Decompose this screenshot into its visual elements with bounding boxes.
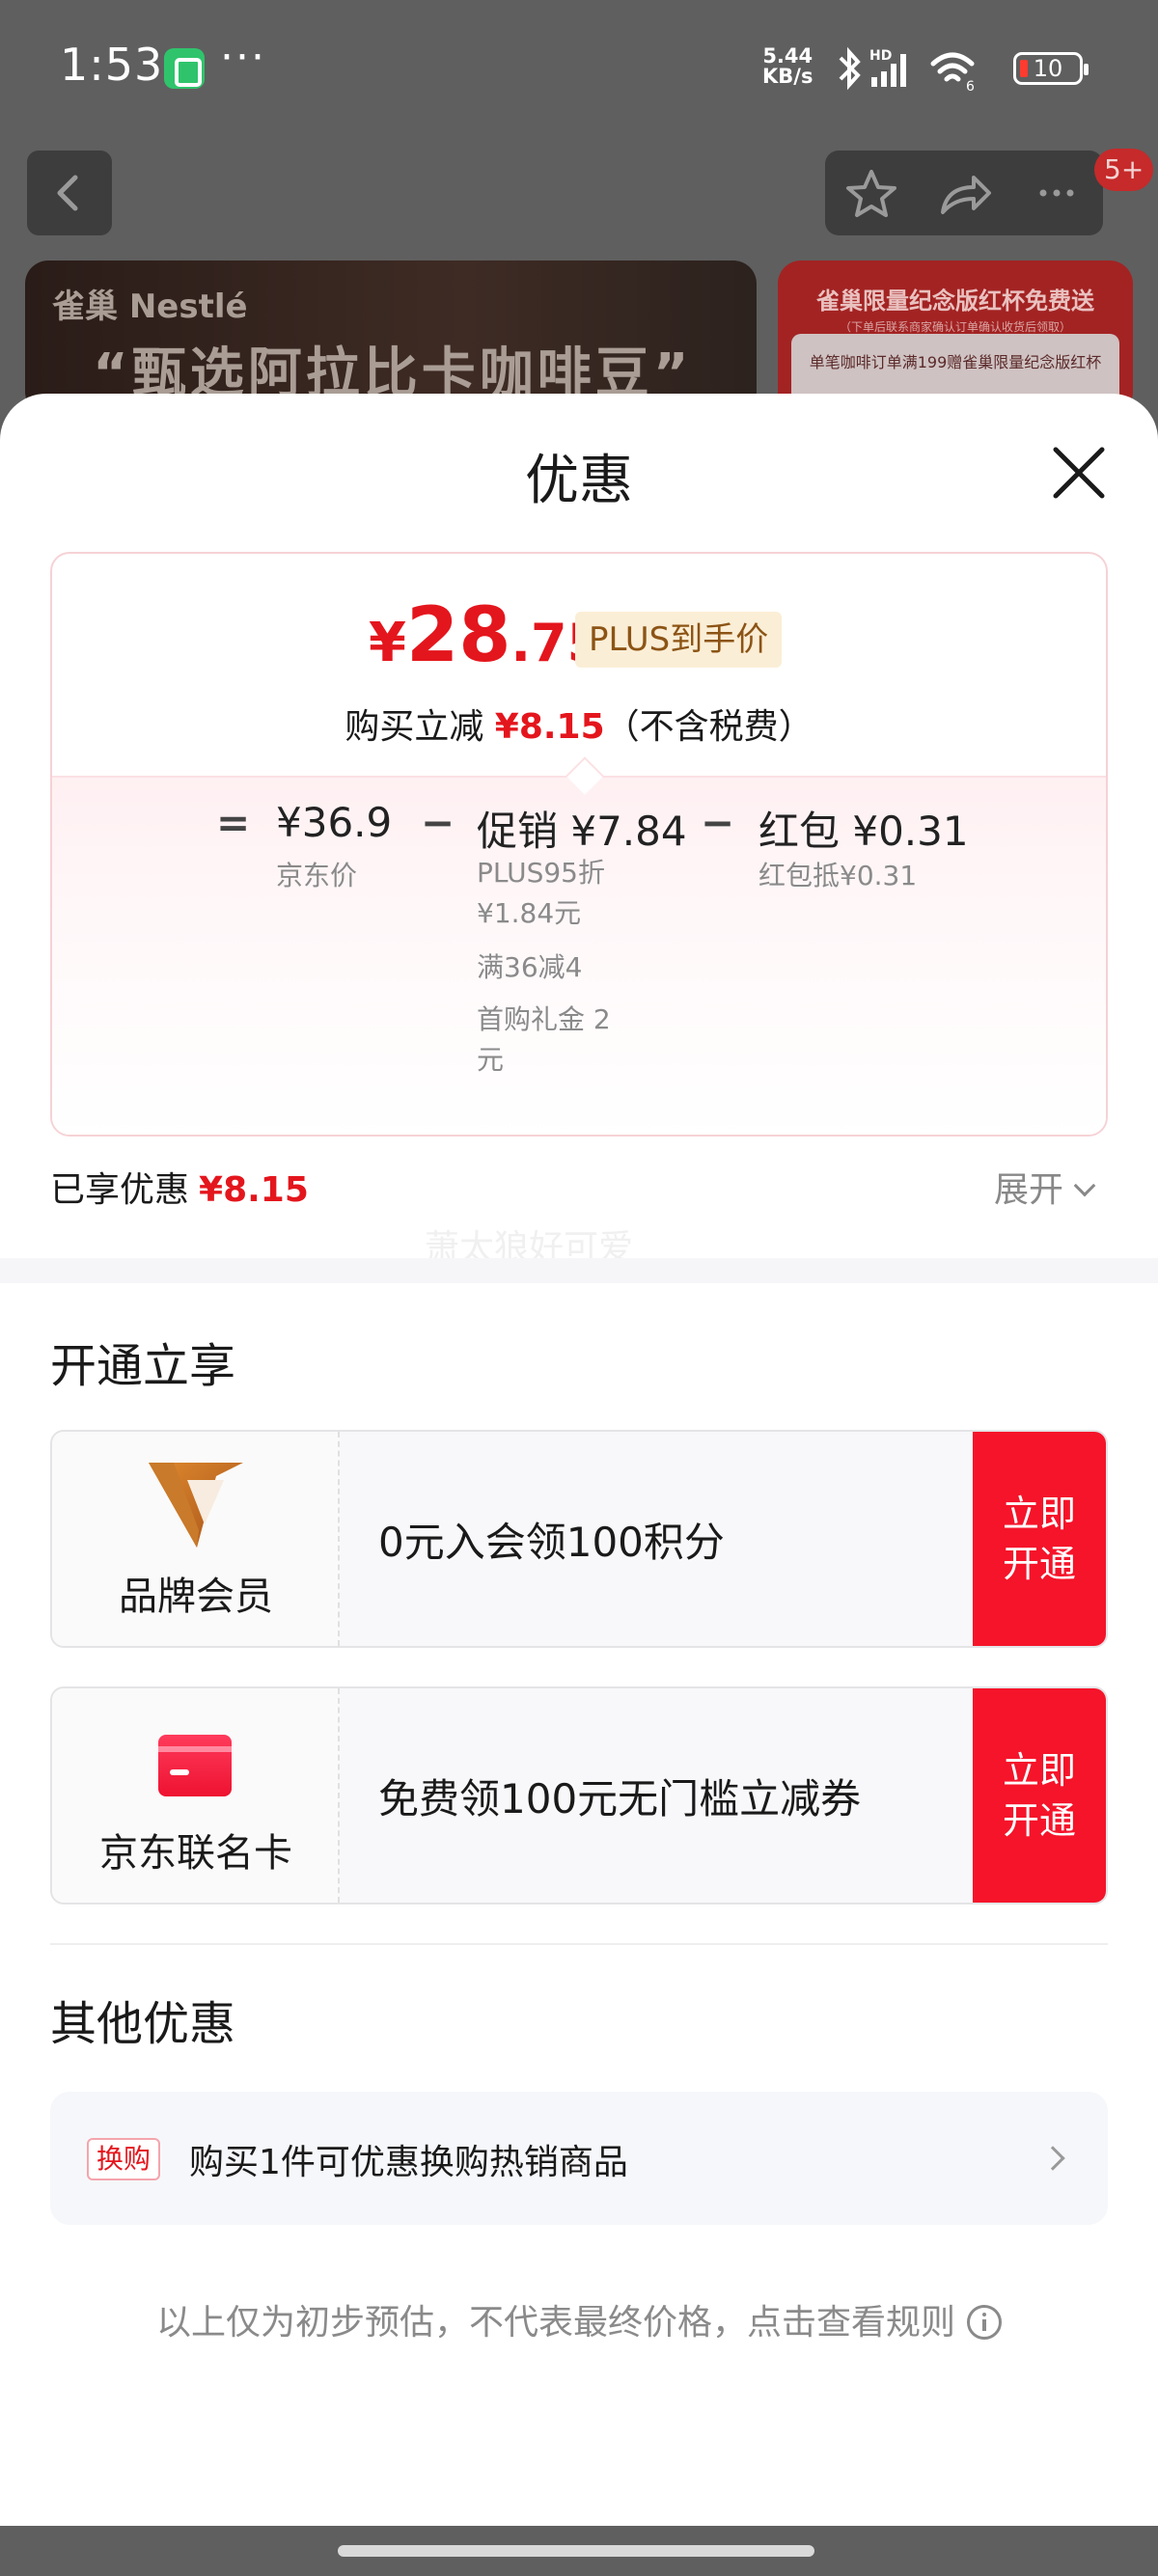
footnote-text: 以上仅为初步预估，不代表最终价格，点击查看规则	[155, 2303, 955, 2343]
signal-icon: HD	[869, 48, 906, 87]
jd-card-name: 京东联名卡	[99, 1831, 292, 1876]
close-icon	[1053, 447, 1105, 499]
base-price: ¥36.9	[276, 799, 393, 846]
network-speed-value: 5.44	[762, 44, 813, 68]
bluetooth-icon	[839, 46, 861, 91]
final-price: ¥28.75	[369, 592, 603, 679]
final-price-section: ¥28.75 PLUS到手价 购买立减 ¥8.15（不含税费）	[52, 554, 1106, 776]
redpack-label: 红包抵¥0.31	[758, 860, 918, 891]
trade-in-tag: 换购	[87, 2138, 161, 2180]
chevron-left-icon	[57, 175, 78, 211]
enjoyed-label: 已享优惠	[50, 1170, 190, 1210]
back-button[interactable]	[27, 151, 112, 235]
promo-banner: 雀巢限量纪念版红杯免费送 （下单后联系商家确认订单确认收货后领取） 单笔咖啡订单…	[778, 260, 1133, 415]
navigation-bar	[0, 2526, 1158, 2576]
more-notifications-icon: ···	[220, 33, 266, 82]
app-notification-icon	[164, 48, 205, 89]
message-badge: 5+	[1094, 149, 1154, 191]
chevron-down-icon	[1073, 1174, 1096, 1197]
promo-banner-subtitle: （下单后联系商家确认订单确认收货后领取）	[839, 320, 1071, 334]
trade-in-text: 购买1件可优惠换购热销商品	[189, 2143, 628, 2182]
brand-member-card[interactable]: 品牌会员 0元入会领100积分 立即开通	[50, 1430, 1108, 1648]
open-brand-member-button[interactable]: 立即开通	[973, 1432, 1106, 1646]
discount-sheet: 优惠 ¥28.75 PLUS到手价 购买立减 ¥8.15（不含税费） = ¥36…	[0, 394, 1158, 2526]
expand-label: 展开	[994, 1170, 1064, 1210]
jd-card-card[interactable]: 京东联名卡 免费领100元无门槛立减券 立即开通	[50, 1686, 1108, 1905]
share-icon	[941, 176, 991, 214]
battery-icon: 10	[1013, 52, 1089, 85]
share-button[interactable]	[918, 151, 1010, 235]
other-section-title: 其他优惠	[50, 1997, 236, 2051]
close-button[interactable]	[1048, 442, 1110, 504]
base-price-label: 京东价	[276, 860, 358, 891]
network-speed: 5.44 KB/s	[762, 46, 813, 87]
network-speed-unit: KB/s	[762, 65, 813, 88]
open-jd-card-button[interactable]: 立即开通	[973, 1688, 1106, 1903]
reduce-prefix: 购买立减	[345, 707, 484, 747]
plus-price-tag: PLUS到手价	[575, 612, 783, 668]
enjoyed-discount: 已享优惠 ¥8.15	[50, 1162, 309, 1212]
open-button-label: 立即开通	[1002, 1493, 1076, 1585]
minus-sign: −	[701, 799, 735, 846]
promo-banner-title: 雀巢限量纪念版红杯免费送	[816, 288, 1094, 315]
reduce-suffix: （不含税费）	[604, 707, 813, 747]
redpack-discount: 红包 ¥0.31	[758, 808, 969, 855]
svg-text:6: 6	[966, 79, 975, 95]
promo-discount: 促销 ¥7.84	[477, 808, 687, 855]
rules-link[interactable]: 以上仅为初步预估，不代表最终价格，点击查看规则	[0, 2294, 1158, 2344]
star-icon	[846, 170, 896, 217]
open-button-label: 立即开通	[1002, 1749, 1076, 1842]
brand-logo: 雀巢 Nestlé	[52, 288, 248, 326]
chevron-right-icon	[1040, 2146, 1065, 2171]
jd-card-left: 京东联名卡	[52, 1688, 340, 1903]
minus-sign: −	[421, 799, 455, 846]
section-divider	[0, 1258, 1158, 1283]
brand-member-desc: 0元入会领100积分	[378, 1518, 725, 1566]
divider	[50, 1943, 1108, 1945]
reduce-line: 购买立减 ¥8.15（不含税费）	[52, 699, 1106, 749]
info-icon	[967, 2305, 1002, 2340]
more-icon	[1039, 189, 1074, 197]
favorite-button[interactable]	[825, 151, 918, 235]
price-card: ¥28.75 PLUS到手价 购买立减 ¥8.15（不含税费） = ¥36.9 …	[50, 552, 1108, 1137]
sheet-title: 优惠	[525, 450, 633, 512]
svg-text:HD: HD	[869, 48, 892, 64]
enjoyed-amount: ¥8.15	[199, 1170, 309, 1210]
price-breakdown: = ¥36.9 京东价 − 促销 ¥7.84 PLUS95折 ¥1.84元 满3…	[52, 776, 1106, 1135]
expand-button[interactable]: 展开	[994, 1162, 1096, 1212]
price-integer: 28	[405, 592, 511, 679]
jd-card-desc: 免费领100元无门槛立减券	[378, 1774, 862, 1822]
brand-member-name: 品牌会员	[119, 1575, 273, 1619]
promo-item: 满36减4	[477, 951, 583, 983]
page-actions	[825, 151, 1103, 235]
product-banner: 雀巢 Nestlé “甄选阿拉比卡咖啡豆”	[25, 260, 757, 415]
reduce-amount: ¥8.15	[494, 707, 605, 747]
brand-member-left: 品牌会员	[52, 1432, 340, 1646]
wifi-icon: 6	[930, 52, 975, 95]
promo-banner-text: 单笔咖啡订单满199赠雀巢限量纪念版红杯	[809, 353, 1102, 371]
status-time: 1:53	[60, 39, 164, 91]
status-bar: 1:53 ··· 5.44 KB/s HD 6 10	[0, 0, 1158, 135]
trade-in-offer-row[interactable]: 换购 购买1件可优惠换购热销商品	[50, 2092, 1108, 2225]
promo-item: 首购礼金 2元	[477, 1003, 611, 1076]
open-section-title: 开通立享	[50, 1339, 236, 1393]
more-button[interactable]	[1010, 151, 1103, 235]
currency-symbol: ¥	[369, 612, 406, 674]
credit-card-icon	[158, 1735, 232, 1796]
home-indicator[interactable]	[338, 2545, 814, 2557]
equals-sign: =	[216, 799, 251, 846]
promo-item: PLUS95折 ¥1.84元	[477, 857, 605, 929]
